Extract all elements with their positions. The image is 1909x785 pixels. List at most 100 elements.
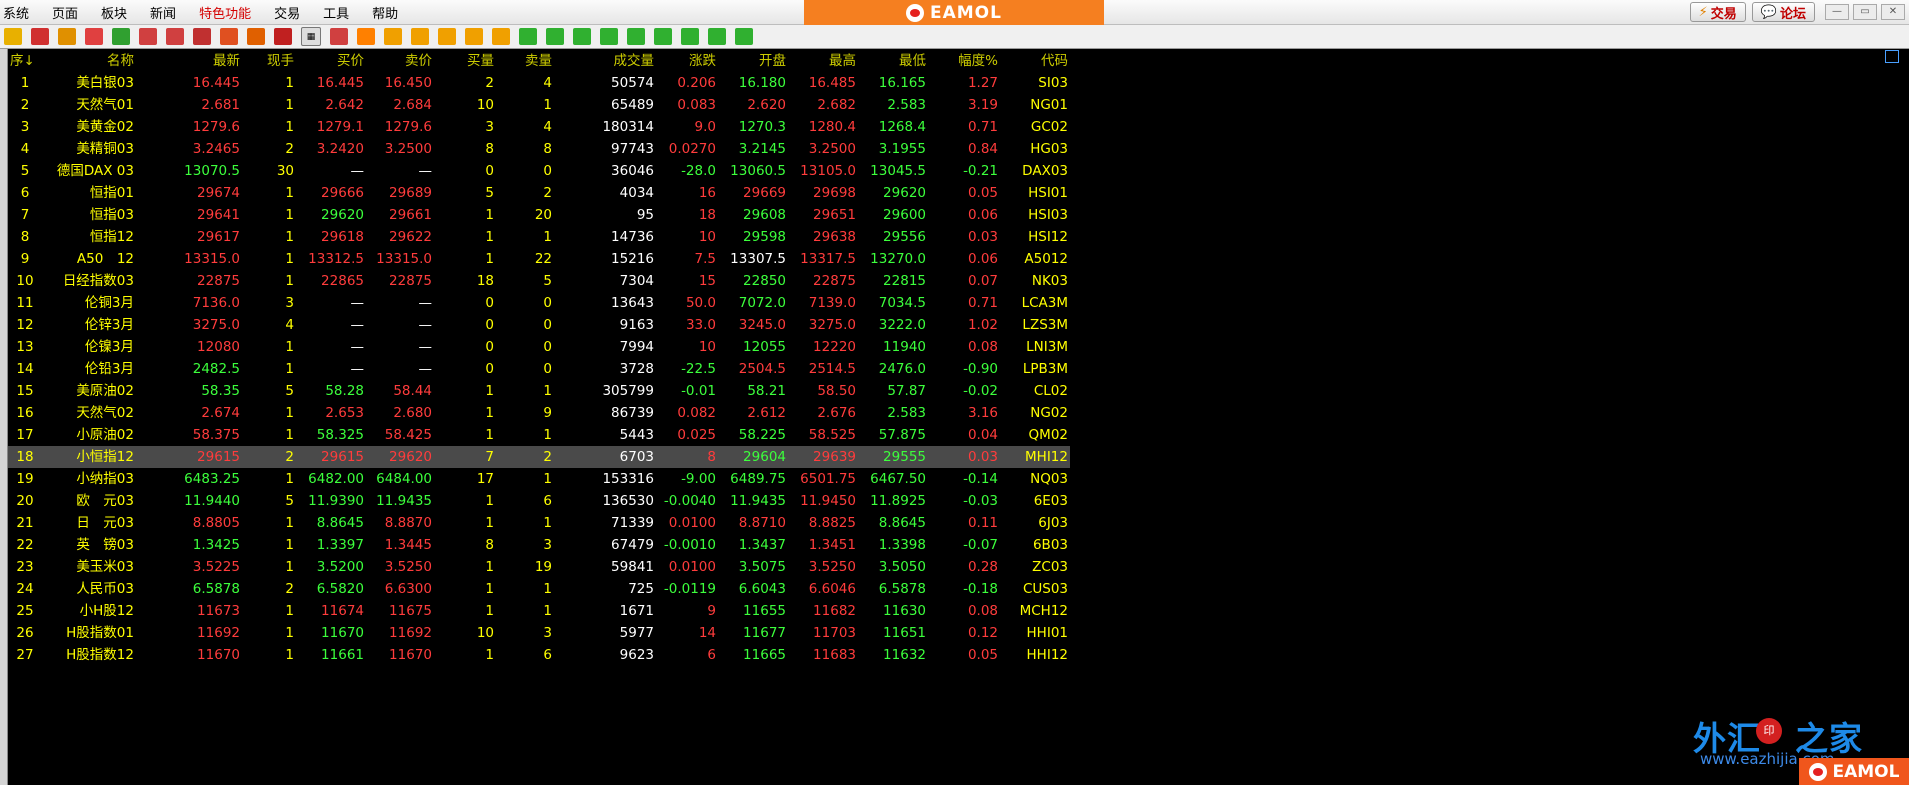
table-row[interactable]: 20 欧 元03 11.9440 5 11.9390 11.9435 1 6 136530 -0.… xyxy=(8,490,1070,512)
refresh-icon[interactable] xyxy=(112,28,130,45)
column-header-chg[interactable]: 涨跌 xyxy=(654,50,716,72)
table-row[interactable]: 16 天然气02 2.674 1 2.653 2.680 1 9 86739 0.082 2.612… xyxy=(8,402,1070,424)
column-header-name[interactable]: 名称 xyxy=(42,50,134,72)
column-header-hand[interactable]: 现手 xyxy=(240,50,294,72)
cell-open: 11665 xyxy=(743,647,786,663)
trade-button[interactable]: ⚡ 交易 xyxy=(1689,2,1746,22)
pen-icon[interactable] xyxy=(220,28,238,45)
table-row[interactable]: 18 小恒指12 29615 2 29615 29620 7 2 6703 8 29604 29639… xyxy=(8,446,1070,468)
table-row[interactable]: 2 天然气01 2.681 1 2.642 2.684 10 1 65489 0.083 2.620… xyxy=(8,94,1070,116)
menu-item-1[interactable]: 页面 xyxy=(49,3,90,22)
cell-high: 29638 xyxy=(813,229,856,245)
column-header-high[interactable]: 最高 xyxy=(786,50,856,72)
period-3-icon[interactable] xyxy=(546,28,564,45)
column-header-askv[interactable]: 卖量 xyxy=(494,50,552,72)
period-60-icon[interactable] xyxy=(654,28,672,45)
period-1-icon[interactable] xyxy=(519,28,537,45)
column-header-pct[interactable]: 幅度% xyxy=(926,50,998,72)
table-row[interactable]: 11 伦铜3月 7136.0 3 — — 0 0 13643 50.0 7072.0 7139.0 70… xyxy=(8,292,1070,314)
column-header-low[interactable]: 最低 xyxy=(856,50,926,72)
menu-item-7[interactable]: 帮助 xyxy=(369,3,410,22)
filter-icon[interactable] xyxy=(274,28,292,45)
table-row[interactable]: 1 美白银03 16.445 1 16.445 16.450 2 4 50574 0.206 16.… xyxy=(8,72,1070,94)
maximize-icon[interactable]: ▭ xyxy=(1853,4,1877,20)
table-row[interactable]: 19 小纳指03 6483.25 1 6482.00 6484.00 17 1 153316 -9… xyxy=(8,468,1070,490)
book-icon[interactable] xyxy=(58,28,76,45)
table-row[interactable]: 24 人民币03 6.5878 2 6.5820 6.6300 1 1 725 -0.0119 6.… xyxy=(8,578,1070,600)
period-5-icon[interactable] xyxy=(573,28,591,45)
column-header-code[interactable]: 代码 xyxy=(998,50,1068,72)
table-row[interactable]: 17 小原油02 58.375 1 58.325 58.425 1 1 5443 0.025 58.… xyxy=(8,424,1070,446)
period-2h-icon[interactable] xyxy=(681,28,699,45)
column-header-last[interactable]: 最新 xyxy=(134,50,240,72)
table-row[interactable]: 5 德国DAX 03 13070.5 30 — — 0 0 36046 -28.0 13060.5 1… xyxy=(8,160,1070,182)
column-header-bidv[interactable]: 买量 xyxy=(432,50,494,72)
table-row[interactable]: 10 日经指数03 22875 1 22865 22875 18 5 7304 15 22850 22… xyxy=(8,270,1070,292)
daily-chart-icon[interactable] xyxy=(384,28,402,45)
cell-bidv: 10 xyxy=(476,625,494,641)
cell-code: GC02 xyxy=(1030,119,1068,135)
menu-item-3[interactable]: 新闻 xyxy=(147,3,188,22)
column-header-open[interactable]: 开盘 xyxy=(716,50,786,72)
zoom-out-icon[interactable] xyxy=(166,28,184,45)
cell-askv: 1 xyxy=(543,471,552,487)
period-custom-icon[interactable] xyxy=(735,28,753,45)
table-row[interactable]: 25 小H股12 11673 1 11674 11675 1 1 1671 9 11655 11682… xyxy=(8,600,1070,622)
table-row[interactable]: 23 美玉米03 3.5225 1 3.5200 3.5250 1 19 59841 0.0100… xyxy=(8,556,1070,578)
folder-icon[interactable] xyxy=(4,28,22,45)
cell-vol: 50574 xyxy=(611,75,654,91)
table-row[interactable]: 15 美原油02 58.35 5 58.28 58.44 1 1 305799 -0.01 58.2… xyxy=(8,380,1070,402)
period-30-icon[interactable] xyxy=(627,28,645,45)
cell-name: 德国DAX 03 xyxy=(56,163,134,179)
table-row[interactable]: 3 美黄金02 1279.6 1 1279.1 1279.6 3 4 180314 9.0 1270… xyxy=(8,116,1070,138)
window-pin-icon[interactable] xyxy=(1885,50,1899,63)
yearly-chart-icon[interactable] xyxy=(492,28,510,45)
minute-chart-icon[interactable] xyxy=(357,28,375,45)
menu-item-4[interactable]: 特色功能 xyxy=(196,3,263,22)
period-15-icon[interactable] xyxy=(600,28,618,45)
table-row[interactable]: 8 恒指12 29617 1 29618 29622 1 1 14736 10 29598 29638… xyxy=(8,226,1070,248)
table-row[interactable]: 27 H股指数12 11670 1 11661 11670 1 6 9623 6 11665 1168… xyxy=(8,644,1070,666)
window-icon[interactable] xyxy=(193,28,211,45)
table-row[interactable]: 14 伦铅3月 2482.5 1 — — 0 0 3728 -22.5 2504.5 2514.5 24… xyxy=(8,358,1070,380)
home-icon[interactable] xyxy=(31,28,49,45)
cell-askv: 0 xyxy=(543,295,552,311)
column-header-idx[interactable]: 序↓ xyxy=(8,50,44,72)
period-4h-icon[interactable] xyxy=(708,28,726,45)
minimize-icon[interactable]: — xyxy=(1825,4,1849,20)
table-row[interactable]: 26 H股指数01 11692 1 11670 11692 10 3 5977 14 11677 11… xyxy=(8,622,1070,644)
menu-item-6[interactable]: 工具 xyxy=(320,3,361,22)
menu-item-0[interactable]: 系统 xyxy=(0,3,41,22)
table-row[interactable]: 7 恒指03 29641 1 29620 29661 1 20 95 18 29608 29651 29… xyxy=(8,204,1070,226)
close-icon[interactable]: ✕ xyxy=(1881,4,1905,20)
table-row[interactable]: 21 日 元03 8.8805 1 8.8645 8.8870 1 1 71339 0.0100 8… xyxy=(8,512,1070,534)
table-row[interactable]: 13 伦镍3月 12080 1 — — 0 0 7994 10 12055 12220 11940 0.0… xyxy=(8,336,1070,358)
line-chart-icon[interactable] xyxy=(330,28,348,45)
cell-high: 58.50 xyxy=(817,383,856,399)
weekly-chart-icon[interactable] xyxy=(411,28,429,45)
column-header-vol[interactable]: 成交量 xyxy=(552,50,655,72)
cell-bid: 13312.5 xyxy=(308,251,364,267)
menu-item-2[interactable]: 板块 xyxy=(98,3,139,22)
menu-item-5[interactable]: 交易 xyxy=(271,3,312,22)
table-row[interactable]: 4 美精铜03 3.2465 2 3.2420 3.2500 8 8 97743 0.0270 3.… xyxy=(8,138,1070,160)
forum-button[interactable]: 💬 论坛 xyxy=(1751,2,1815,22)
cell-idx: 19 xyxy=(16,471,34,487)
table-row[interactable]: 22 英 镑03 1.3425 1 1.3397 1.3445 8 3 67479 -0.0010… xyxy=(8,534,1070,556)
table-row[interactable]: 12 伦锌3月 3275.0 4 — — 0 0 9163 33.0 3245.0 3275.0 322… xyxy=(8,314,1070,336)
quarterly-chart-icon[interactable] xyxy=(465,28,483,45)
cell-bidv: 1 xyxy=(485,383,494,399)
column-header-bid[interactable]: 买价 xyxy=(294,50,364,72)
zoom-in-icon[interactable] xyxy=(139,28,157,45)
monthly-chart-icon[interactable] xyxy=(438,28,456,45)
paint-icon[interactable] xyxy=(247,28,265,45)
column-header-ask[interactable]: 卖价 xyxy=(364,50,432,72)
cell-chg: 33.0 xyxy=(685,317,716,333)
card-icon[interactable] xyxy=(85,28,103,45)
cell-code: HSI03 xyxy=(1028,207,1068,223)
cell-open: 16.180 xyxy=(738,75,786,91)
cell-ask: 11692 xyxy=(389,625,432,641)
table-row[interactable]: 9 A50 12 13315.0 1 13312.5 13315.0 1 22 15216 7.5… xyxy=(8,248,1070,270)
table-row[interactable]: 6 恒指01 29674 1 29666 29689 5 2 4034 16 29669 29698 2… xyxy=(8,182,1070,204)
table-view-icon[interactable]: ▦ xyxy=(301,27,321,46)
